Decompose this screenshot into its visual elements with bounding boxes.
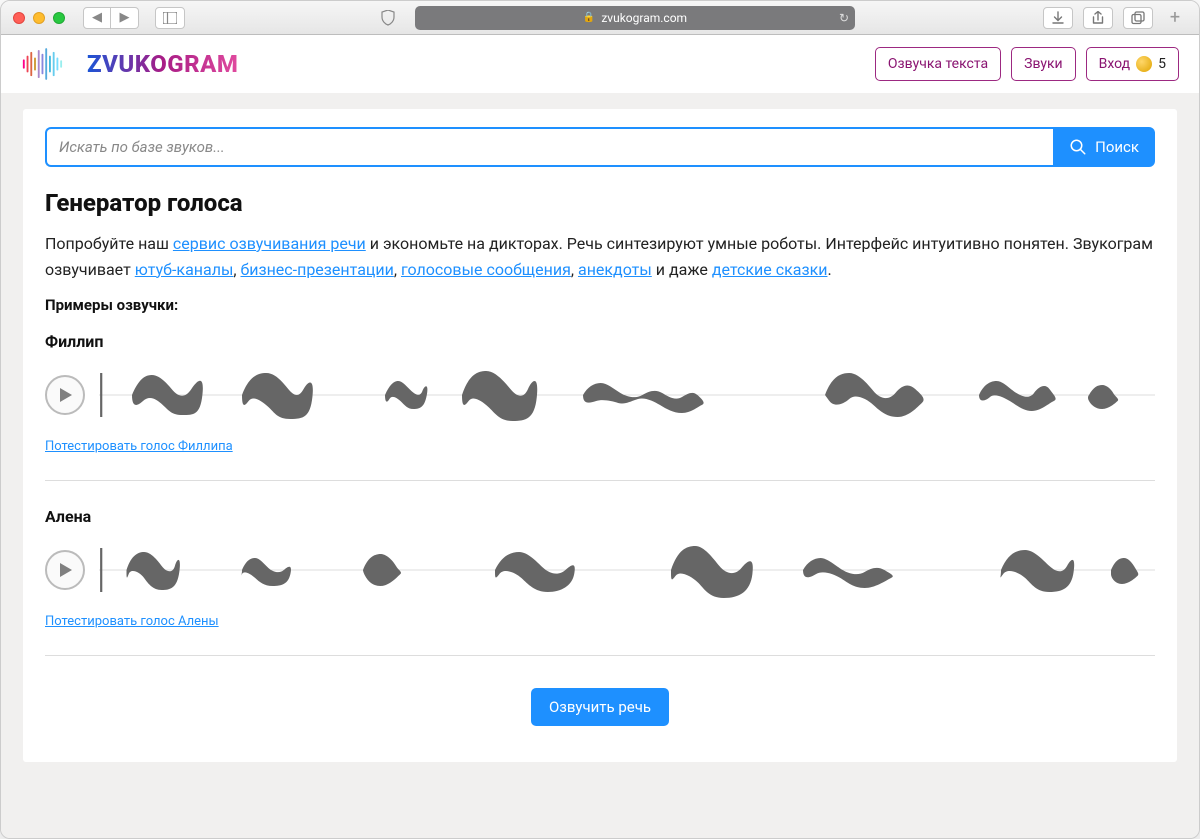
nav-sounds-button[interactable]: Звуки	[1011, 47, 1076, 81]
divider	[45, 480, 1155, 481]
brand-logo[interactable]: ZVUKOGRAM	[21, 47, 238, 81]
play-button[interactable]	[45, 375, 85, 415]
voice-name: Алена	[45, 507, 1155, 526]
link-presentations[interactable]: бизнес-презентации	[241, 260, 394, 279]
maximize-window-button[interactable]	[53, 12, 65, 24]
credits-count: 5	[1158, 56, 1166, 72]
test-voice-link[interactable]: Потестировать голос Филлипа	[45, 439, 233, 454]
examples-label: Примеры озвучки:	[45, 296, 1155, 314]
window-controls	[13, 12, 65, 24]
nav-login-button[interactable]: Вход 5	[1086, 47, 1179, 81]
new-tab-button[interactable]: +	[1163, 6, 1187, 30]
browser-titlebar: ◀ ▶ 🔒 zvukogram.com ↻ +	[1, 1, 1199, 35]
downloads-button[interactable]	[1043, 7, 1073, 29]
privacy-shield-icon[interactable]	[373, 7, 403, 29]
search-icon	[1069, 138, 1087, 156]
link-voice-messages[interactable]: голосовые сообщения	[401, 260, 571, 279]
voice-sample: Филлип	[45, 332, 1155, 454]
coin-icon	[1136, 56, 1152, 72]
voice-name: Филлип	[45, 332, 1155, 351]
search-input[interactable]	[45, 127, 1053, 167]
cta-button[interactable]: Озвучить речь	[531, 688, 669, 726]
share-button[interactable]	[1083, 7, 1113, 29]
forward-button[interactable]: ▶	[111, 7, 139, 29]
waveform[interactable]	[99, 367, 1155, 423]
back-button[interactable]: ◀	[83, 7, 111, 29]
url-bar[interactable]: 🔒 zvukogram.com ↻	[415, 6, 855, 30]
close-window-button[interactable]	[13, 12, 25, 24]
test-voice-link[interactable]: Потестировать голос Алены	[45, 614, 219, 629]
lock-icon: 🔒	[583, 12, 595, 23]
divider	[45, 655, 1155, 656]
waveform[interactable]	[99, 542, 1155, 598]
play-button[interactable]	[45, 550, 85, 590]
sidebar-toggle-button[interactable]	[155, 7, 185, 29]
link-youtube[interactable]: ютуб-каналы	[135, 260, 234, 279]
link-tts-service[interactable]: сервис озвучивания речи	[173, 234, 366, 253]
link-fairytales[interactable]: детские сказки	[712, 260, 828, 279]
search-row: Поиск	[45, 127, 1155, 167]
play-icon	[57, 387, 73, 403]
brand-name: ZVUKOGRAM	[87, 50, 238, 78]
search-button[interactable]: Поиск	[1053, 127, 1155, 167]
minimize-window-button[interactable]	[33, 12, 45, 24]
link-jokes[interactable]: анекдоты	[578, 260, 652, 279]
voice-sample: Алена	[45, 507, 1155, 629]
intro-paragraph: Попробуйте наш сервис озвучивания речи и…	[45, 231, 1155, 282]
page-title: Генератор голоса	[45, 189, 1155, 217]
url-host: zvukogram.com	[601, 11, 687, 25]
logo-wave-icon	[21, 47, 77, 81]
play-icon	[57, 562, 73, 578]
nav-voice-button[interactable]: Озвучка текста	[875, 47, 1001, 81]
site-header: ZVUKOGRAM Озвучка текста Звуки Вход 5	[1, 35, 1199, 93]
reload-icon[interactable]: ↻	[839, 11, 849, 25]
tabs-button[interactable]	[1123, 7, 1153, 29]
